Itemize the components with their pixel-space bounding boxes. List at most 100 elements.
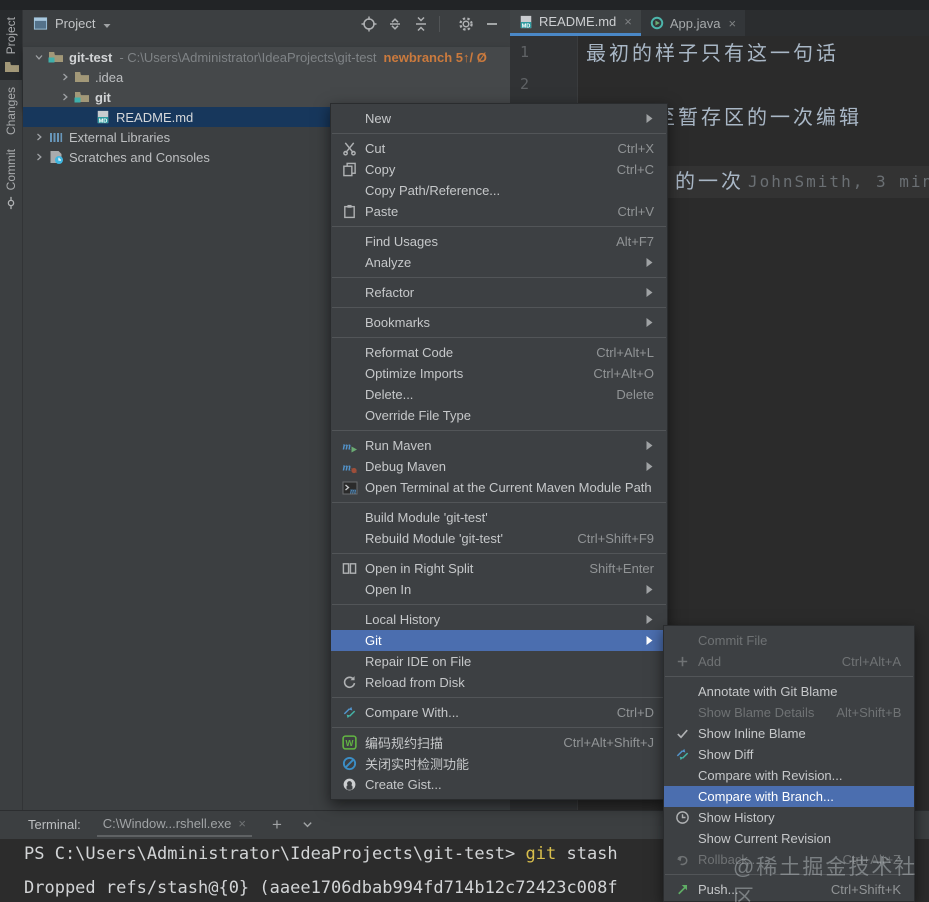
- new-terminal-icon[interactable]: +: [272, 815, 282, 835]
- close-icon[interactable]: ×: [238, 816, 246, 831]
- submenu-arrow-icon: [645, 441, 654, 451]
- sidebar-item-commit[interactable]: Commit: [0, 142, 22, 216]
- submenu-arrow-icon: [645, 462, 654, 472]
- check-icon: [674, 726, 691, 742]
- menu-item-build-module[interactable]: Build Module 'git-test': [331, 507, 667, 528]
- menu-item-bookmarks[interactable]: Bookmarks: [331, 312, 667, 333]
- menu-item-open-in[interactable]: Open In: [331, 579, 667, 600]
- menu-item-rollback[interactable]: Rollback... Ctrl+Alt+Z: [664, 849, 914, 870]
- menu-item-copy[interactable]: Copy Ctrl+C: [331, 159, 667, 180]
- chevron-down-icon[interactable]: [302, 819, 313, 830]
- menu-item-show-inline-blame[interactable]: Show Inline Blame: [664, 723, 914, 744]
- source-folder-icon: [73, 89, 90, 105]
- menu-item-show-diff[interactable]: Show Diff: [664, 744, 914, 765]
- menu-item-shortcut: Alt+Shift+B: [836, 705, 902, 720]
- chevron-right-icon[interactable]: [57, 69, 73, 85]
- menu-separator: [332, 553, 666, 554]
- terminal-tab[interactable]: C:\Window...rshell.exe ×: [96, 812, 252, 837]
- menu-item-debug-maven[interactable]: m Debug Maven: [331, 456, 667, 477]
- menu-item-optimize-imports[interactable]: Optimize Imports Ctrl+Alt+O: [331, 363, 667, 384]
- no-icon: [341, 654, 358, 670]
- menu-item-label: Refactor: [365, 285, 415, 300]
- git-submenu: Commit File Add Ctrl+Alt+A Annotate with Gi…: [663, 625, 915, 902]
- menu-item-open-terminal-maven[interactable]: m Open Terminal at the Current Maven Modu…: [331, 477, 667, 498]
- no-icon: [341, 255, 358, 271]
- tab-close-icon[interactable]: ×: [624, 14, 632, 29]
- menu-item-repair-ide[interactable]: Repair IDE on File: [331, 651, 667, 672]
- menu-item-label: Compare with Branch...: [698, 789, 834, 804]
- menu-item-run-maven[interactable]: m Run Maven: [331, 435, 667, 456]
- gear-icon[interactable]: [458, 16, 474, 32]
- tab-readme[interactable]: MD README.md ×: [510, 10, 641, 36]
- menu-item-refactor[interactable]: Refactor: [331, 282, 667, 303]
- git-branch-label: newbranch 5↑/ Ø: [383, 49, 487, 65]
- menu-item-new[interactable]: New: [331, 108, 667, 129]
- menu-item-add[interactable]: Add Ctrl+Alt+A: [664, 651, 914, 672]
- chevron-right-icon[interactable]: [31, 129, 47, 145]
- svg-text:m: m: [342, 461, 351, 473]
- menu-item-push[interactable]: Push... Ctrl+Shift+K: [664, 879, 914, 900]
- sidebar-item-label: Project: [4, 17, 18, 55]
- no-icon: [674, 768, 691, 784]
- menu-item-show-current-revision[interactable]: Show Current Revision: [664, 828, 914, 849]
- chevron-right-icon[interactable]: [31, 149, 47, 165]
- menu-item-override-file-type[interactable]: Override File Type: [331, 405, 667, 426]
- chevron-right-icon[interactable]: [57, 89, 73, 105]
- menu-item-label: Build Module 'git-test': [365, 510, 488, 525]
- menu-item-reload-from-disk[interactable]: Reload from Disk: [331, 672, 667, 693]
- sidebar-item-changes[interactable]: Changes: [0, 80, 22, 142]
- menu-item-annotate-git-blame[interactable]: Annotate with Git Blame: [664, 681, 914, 702]
- menu-item-show-blame-details[interactable]: Show Blame Details Alt+Shift+B: [664, 702, 914, 723]
- menu-item-label: Commit File: [698, 633, 768, 648]
- submenu-arrow-icon: [645, 288, 654, 298]
- folder-icon: [73, 69, 90, 85]
- menu-item-disable-realtime-inspection[interactable]: 关闭实时检测功能: [331, 753, 667, 774]
- no-icon: [341, 633, 358, 649]
- terminal-tab-label: C:\Window...rshell.exe: [102, 816, 232, 831]
- menu-item-find-usages[interactable]: Find Usages Alt+F7: [331, 231, 667, 252]
- sidebar-item-project[interactable]: Project: [0, 10, 22, 81]
- tree-row-git-test[interactable]: git-test - C:\Users\Administrator\IdeaPro…: [23, 47, 510, 67]
- expand-all-icon[interactable]: [387, 16, 403, 32]
- chevron-down-icon[interactable]: [102, 19, 112, 29]
- menu-separator: [332, 277, 666, 278]
- terminal-text-segment: PS C:\Users\Administrator\IdeaProjects\g…: [24, 844, 526, 864]
- clock-icon: [674, 810, 691, 826]
- menu-item-open-in-right-split[interactable]: Open in Right Split Shift+Enter: [331, 558, 667, 579]
- menu-item-delete[interactable]: Delete... Delete: [331, 384, 667, 405]
- menu-item-coding-convention-scan[interactable]: W 编码规约扫描 Ctrl+Alt+Shift+J: [331, 732, 667, 753]
- menu-item-show-history[interactable]: Show History: [664, 807, 914, 828]
- menu-item-rebuild-module[interactable]: Rebuild Module 'git-test' Ctrl+Shift+F9: [331, 528, 667, 549]
- menu-item-analyze[interactable]: Analyze: [331, 252, 667, 273]
- compare-icon: [341, 705, 358, 721]
- menu-item-copy-path-reference[interactable]: Copy Path/Reference...: [331, 180, 667, 201]
- menu-item-label: New: [365, 111, 392, 126]
- menu-item-git[interactable]: Git: [331, 630, 667, 651]
- menu-item-local-history[interactable]: Local History: [331, 609, 667, 630]
- menu-item-commit-file[interactable]: Commit File: [664, 630, 914, 651]
- tab-close-icon[interactable]: ×: [728, 16, 736, 31]
- menu-item-compare-with[interactable]: Compare With... Ctrl+D: [331, 702, 667, 723]
- terminal-text-segment: git: [525, 844, 557, 864]
- no-icon: [674, 831, 691, 847]
- locate-icon[interactable]: [361, 16, 377, 32]
- project-panel-title[interactable]: Project: [55, 16, 95, 31]
- collapse-all-icon[interactable]: [413, 16, 429, 32]
- chevron-down-icon[interactable]: [31, 49, 47, 65]
- menu-item-reformat-code[interactable]: Reformat Code Ctrl+Alt+L: [331, 342, 667, 363]
- menu-item-paste[interactable]: Paste Ctrl+V: [331, 201, 667, 222]
- tree-row-idea-folder[interactable]: .idea: [23, 67, 510, 87]
- submenu-arrow-icon: [645, 585, 654, 595]
- no-icon: [341, 387, 358, 403]
- menu-item-compare-with-branch[interactable]: Compare with Branch...: [664, 786, 914, 807]
- tab-app-java[interactable]: App.java ×: [640, 10, 746, 36]
- menu-separator: [332, 133, 666, 134]
- sidebar-item-label: Changes: [4, 87, 18, 136]
- libraries-icon: [47, 129, 64, 145]
- menu-item-create-gist[interactable]: Create Gist...: [331, 774, 667, 795]
- minimize-icon[interactable]: [484, 16, 500, 32]
- menu-item-compare-with-revision[interactable]: Compare with Revision...: [664, 765, 914, 786]
- menu-item-shortcut: Ctrl+Alt+Z: [842, 852, 901, 867]
- editor-line-1: 最初的样子只有这一句话: [586, 43, 839, 65]
- menu-item-cut[interactable]: Cut Ctrl+X: [331, 138, 667, 159]
